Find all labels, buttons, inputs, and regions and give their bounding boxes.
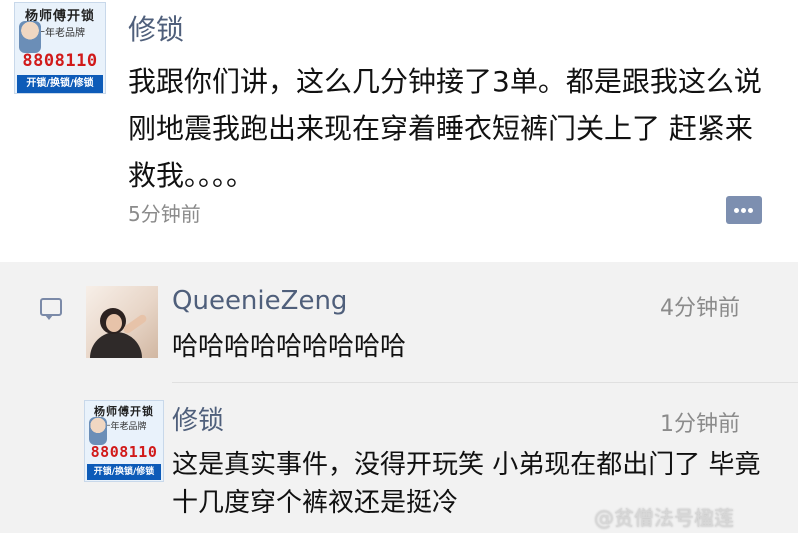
post-author-name[interactable]: 修锁 bbox=[128, 8, 184, 48]
watermark: @贫僧法号楹莲 bbox=[594, 506, 734, 530]
comment-divider bbox=[172, 382, 798, 383]
avatar-figure bbox=[89, 417, 107, 445]
post-time: 5分钟前 bbox=[128, 202, 201, 226]
avatar-services: 开锁/换锁/修锁 bbox=[17, 75, 103, 93]
comment-time: 4分钟前 bbox=[660, 296, 740, 321]
avatar-figure bbox=[19, 21, 41, 53]
author-avatar[interactable]: 杨师傅开锁 十年老品牌 8808110 开锁/换锁/修锁 bbox=[14, 2, 106, 94]
comment-text: 哈哈哈哈哈哈哈哈哈 bbox=[172, 332, 407, 362]
comment-time: 1分钟前 bbox=[660, 412, 740, 437]
comment-bubble-icon[interactable] bbox=[726, 196, 762, 224]
commenter-avatar[interactable]: 杨师傅开锁 十年老品牌 8808110 开锁/换锁/修锁 bbox=[84, 400, 164, 482]
post-text: 我跟你们讲，这么几分钟接了3单。都是跟我这么说 刚地震我跑出来现在穿着睡衣短裤门… bbox=[128, 65, 762, 192]
comment-author-name[interactable]: QueenieZeng bbox=[172, 286, 347, 316]
comment-icon bbox=[40, 298, 62, 320]
avatar-phone: 8808110 bbox=[90, 443, 158, 461]
comment-author-name[interactable]: 修锁 bbox=[172, 400, 224, 437]
avatar-services: 开锁/换锁/修锁 bbox=[87, 464, 161, 480]
commenter-avatar[interactable] bbox=[86, 286, 158, 358]
avatar-phone: 8808110 bbox=[22, 51, 98, 71]
